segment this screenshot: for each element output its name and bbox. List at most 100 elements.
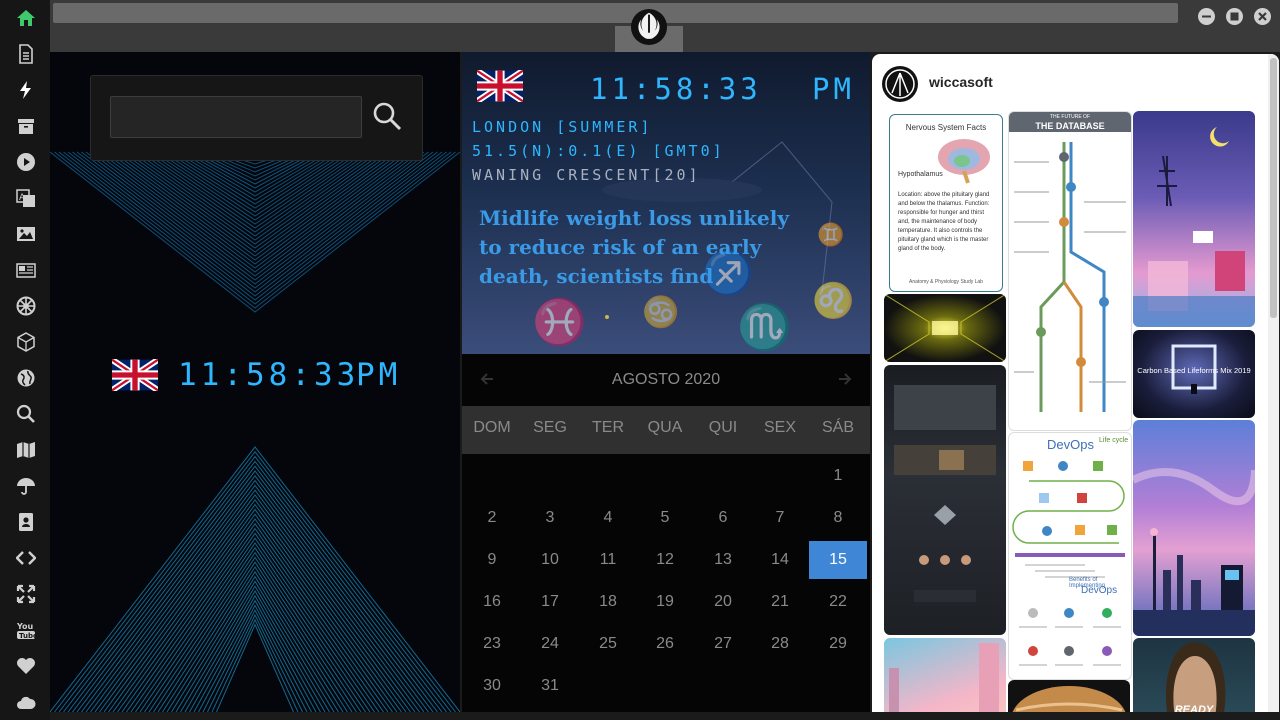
play-icon[interactable] xyxy=(13,149,39,175)
yellow-corridor-post[interactable] xyxy=(884,294,1006,362)
search-input[interactable] xyxy=(110,96,362,138)
carbon-based-lifeforms-post[interactable]: Carbon Based Lifeforms Mix 2019 xyxy=(1133,330,1255,418)
calendar-day[interactable]: 13 xyxy=(694,541,752,579)
calendar-day[interactable]: 23 xyxy=(463,625,521,663)
calendar-month-label: AGOSTO 2020 xyxy=(611,371,721,388)
calendar-day[interactable]: 15 xyxy=(809,541,867,579)
coordinates-text: 51.5(N):0.1(E) [GMT0] xyxy=(472,142,725,160)
pastel-street-post[interactable] xyxy=(884,638,1006,712)
document-icon[interactable] xyxy=(13,41,39,67)
bolt-icon[interactable] xyxy=(13,77,39,103)
calendar-day[interactable]: 4 xyxy=(579,499,637,537)
ready-poster-post[interactable]: READY xyxy=(1133,638,1255,712)
cube-icon[interactable] xyxy=(13,329,39,355)
svg-text:♓: ♓ xyxy=(532,297,587,348)
planet-image xyxy=(1012,686,1126,712)
calendar-day[interactable]: 2 xyxy=(463,499,521,537)
calendar-day[interactable]: 26 xyxy=(636,625,694,663)
infographic-subtitle: THE FUTURE OF xyxy=(1050,114,1090,120)
globe-icon[interactable] xyxy=(13,365,39,391)
profile-logo-icon xyxy=(885,69,915,99)
code-icon[interactable] xyxy=(13,545,39,571)
calendar-day[interactable]: 20 xyxy=(694,583,752,621)
calendar-day[interactable]: 7 xyxy=(751,499,809,537)
contacts-icon[interactable] xyxy=(13,509,39,535)
cloud-icon[interactable] xyxy=(13,689,39,715)
calendar-weekday-row: DOM SEG TER QUA QUI SEX SÁB xyxy=(462,406,870,454)
youtube-icon[interactable]: You Tube xyxy=(13,617,39,643)
city-night-image xyxy=(1133,468,1255,636)
devops-lifecycle-post[interactable]: DevOps Life cycle Benefits of Implementi… xyxy=(1008,432,1132,680)
svg-text:♌: ♌ xyxy=(812,281,854,321)
svg-text:Tube: Tube xyxy=(19,632,36,640)
benefits-icons xyxy=(1019,608,1121,666)
calendar-day[interactable]: 28 xyxy=(751,625,809,663)
minimize-button[interactable] xyxy=(1198,8,1215,25)
banner-clock-time: 11:58:33 xyxy=(590,72,762,106)
close-button[interactable] xyxy=(1254,8,1271,25)
calendar-day[interactable]: 6 xyxy=(694,499,752,537)
uk-flag-icon xyxy=(477,70,523,102)
svg-text:A: A xyxy=(19,193,26,203)
calendar-day[interactable]: 10 xyxy=(521,541,579,579)
avatar[interactable] xyxy=(882,66,918,102)
infographic-title: THE DATABASE xyxy=(1035,121,1105,131)
calendar-day[interactable]: 29 xyxy=(809,625,867,663)
vaporwave-post[interactable] xyxy=(1133,111,1255,327)
app-sidebar: A You Tube xyxy=(0,0,50,720)
archive-icon[interactable] xyxy=(13,113,39,139)
calendar-day[interactable]: 21 xyxy=(751,583,809,621)
calendar-day[interactable]: 17 xyxy=(521,583,579,621)
calendar-day[interactable]: 30 xyxy=(463,667,521,705)
calendar-day[interactable]: 12 xyxy=(636,541,694,579)
calendar-day[interactable]: 24 xyxy=(521,625,579,663)
heart-icon[interactable] xyxy=(13,653,39,679)
translate-icon[interactable]: A xyxy=(13,185,39,211)
clock-banner: ♐ ♓ ♏ ♌ ♊ ♋ 11:58:33 PM LONDON [SUMMER] … xyxy=(462,52,870,354)
weekday-label: SEX xyxy=(763,419,796,436)
maximize-button[interactable] xyxy=(1226,8,1243,25)
search-icon[interactable] xyxy=(13,401,39,427)
home-icon[interactable] xyxy=(13,5,39,31)
empire-icon[interactable] xyxy=(13,293,39,319)
planet-post[interactable] xyxy=(1008,680,1130,712)
next-month-icon[interactable] xyxy=(838,372,852,386)
calendar-day[interactable]: 11 xyxy=(579,541,637,579)
svg-text:You: You xyxy=(16,622,34,631)
calendar-day[interactable]: 3 xyxy=(521,499,579,537)
umbrella-icon[interactable] xyxy=(13,473,39,499)
poster-title: READY xyxy=(1174,704,1214,712)
calendar-day[interactable]: 31 xyxy=(521,667,579,705)
banner-clock-ampm: PM xyxy=(812,72,855,106)
nervous-system-post[interactable]: Nervous System Facts Hypothalamus Locati… xyxy=(889,114,1003,292)
calendar-day[interactable]: 19 xyxy=(636,583,694,621)
profile-username[interactable]: wiccasoft xyxy=(929,74,993,90)
calendar-day[interactable]: 1 xyxy=(809,457,867,495)
calendar-day[interactable]: 25 xyxy=(579,625,637,663)
calendar-day[interactable]: 16 xyxy=(463,583,521,621)
image-icon[interactable] xyxy=(13,221,39,247)
svg-text:♏: ♏ xyxy=(737,302,792,353)
map-icon[interactable] xyxy=(13,437,39,463)
calendar-day[interactable]: 5 xyxy=(636,499,694,537)
devops-benefits-title: DevOps xyxy=(1081,585,1118,596)
search-button[interactable] xyxy=(371,100,403,132)
database-infographic-post[interactable]: THE FUTURE OF THE DATABASE xyxy=(1008,111,1132,431)
post-footer: Anatomy & Physiology Study Lab xyxy=(909,279,983,285)
post-label: Hypothalamus xyxy=(898,171,943,178)
calendar-day[interactable]: 9 xyxy=(463,541,521,579)
calendar-day[interactable]: 27 xyxy=(694,625,752,663)
calendar-day[interactable]: 22 xyxy=(809,583,867,621)
news-headline[interactable]: Midlife weight loss unlikely to reduce r… xyxy=(479,204,799,291)
calendar-day[interactable]: 8 xyxy=(809,499,867,537)
feed-scrollbar-thumb[interactable] xyxy=(1270,58,1277,318)
anime-city-post[interactable] xyxy=(1133,420,1255,636)
infographic-header: THE FUTURE OF THE DATABASE xyxy=(1009,112,1131,132)
expand-icon[interactable] xyxy=(13,581,39,607)
address-bar[interactable] xyxy=(53,3,1178,23)
news-icon[interactable] xyxy=(13,257,39,283)
calendar-day[interactable]: 18 xyxy=(579,583,637,621)
uk-flag-icon xyxy=(112,359,158,391)
calendar-day[interactable]: 14 xyxy=(751,541,809,579)
dark-website-post[interactable] xyxy=(884,365,1006,635)
